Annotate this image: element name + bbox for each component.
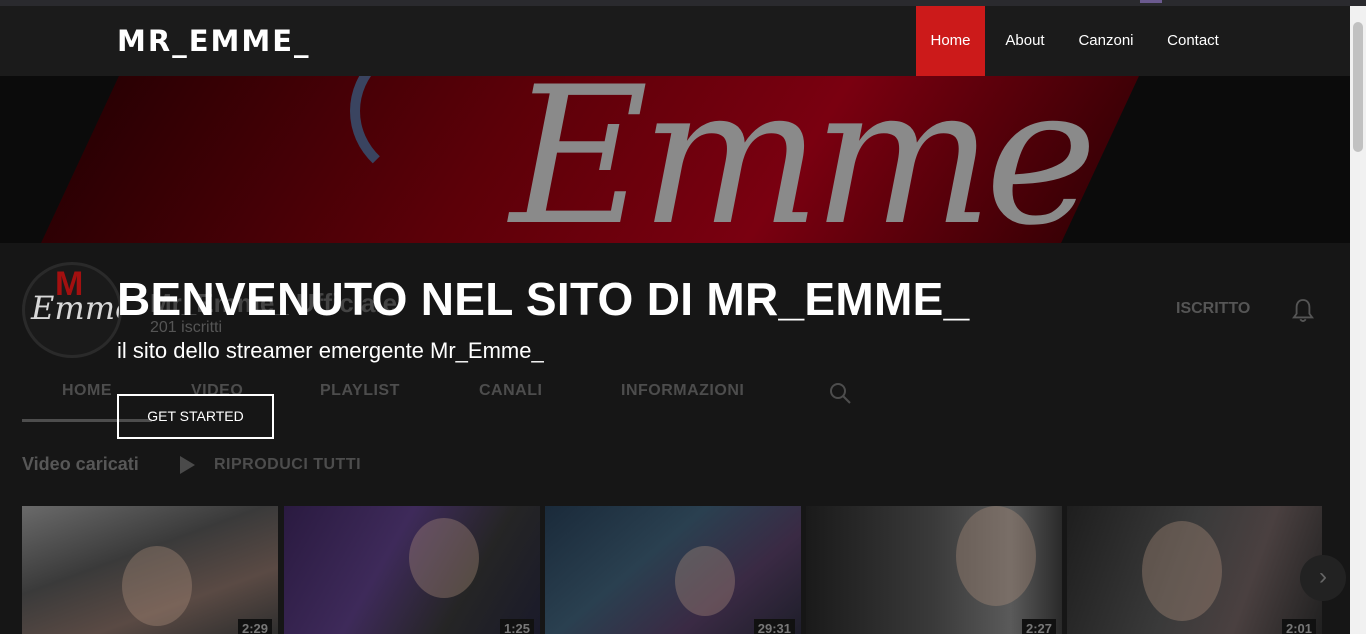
background-video-thumbnail: 2:01 [1067,506,1322,634]
banner-script-text: Emme [510,76,1097,243]
scrollbar-thumb[interactable] [1353,22,1363,152]
bell-icon [1292,299,1314,322]
background-tab-playlist: PLAYLIST [320,382,400,399]
thumbnail-face [1142,521,1222,621]
video-duration: 1:25 [499,619,534,634]
channel-avatar: M Emme [22,262,122,358]
hero-tagline: il sito dello streamer emergente Mr_Emme… [117,338,544,363]
chevron-right-icon: › [1300,555,1346,601]
thumbnail-face [122,546,192,626]
background-section-title: Video caricati [22,454,139,474]
background-video-thumbnail: 2:29 [22,506,278,634]
hero-background-banner: Emme [0,76,1350,243]
background-play-all: RIPRODUCI TUTTI [214,456,362,473]
nav-contact[interactable]: Contact [1156,6,1230,76]
background-tab-home: HOME [62,382,112,399]
thumbnail-face [409,518,479,598]
video-duration: 2:01 [1281,619,1316,634]
background-video-thumbnail: 29:31 [545,506,801,634]
hero-headline: BENVENUTO NEL SITO DI MR_EMME_ [117,273,970,325]
video-duration: 2:29 [237,619,272,634]
video-duration: 2:27 [1021,619,1056,634]
background-subscribed-label: ISCRITTO [1176,300,1251,317]
background-video-thumbnail: 2:27 [806,506,1062,634]
background-tab-canali: CANALI [479,382,543,399]
thumbnail-face [675,546,735,616]
nav-canzoni[interactable]: Canzoni [1068,6,1144,76]
video-duration: 29:31 [753,619,795,634]
play-icon [180,456,195,474]
get-started-button[interactable]: GET STARTED [117,394,274,439]
search-icon [830,383,851,404]
avatar-logo-script: Emme [31,289,119,327]
nav-home[interactable]: Home [916,6,985,76]
nav-about[interactable]: About [993,6,1057,76]
background-video-thumbnail: 1:25 [284,506,540,634]
thumbnail-face [956,506,1036,606]
navbar: MR_EMME_ Home About Canzoni Contact [0,6,1350,76]
browser-tab-indicator [1140,0,1162,3]
hero-section: Emme M Emme Mr_Emme_ Ufficiale 201 iscri… [0,76,1350,634]
page-scrollbar[interactable] [1350,6,1366,634]
background-tab-informazioni: INFORMAZIONI [621,382,745,399]
site-brand[interactable]: MR_EMME_ [117,24,311,58]
